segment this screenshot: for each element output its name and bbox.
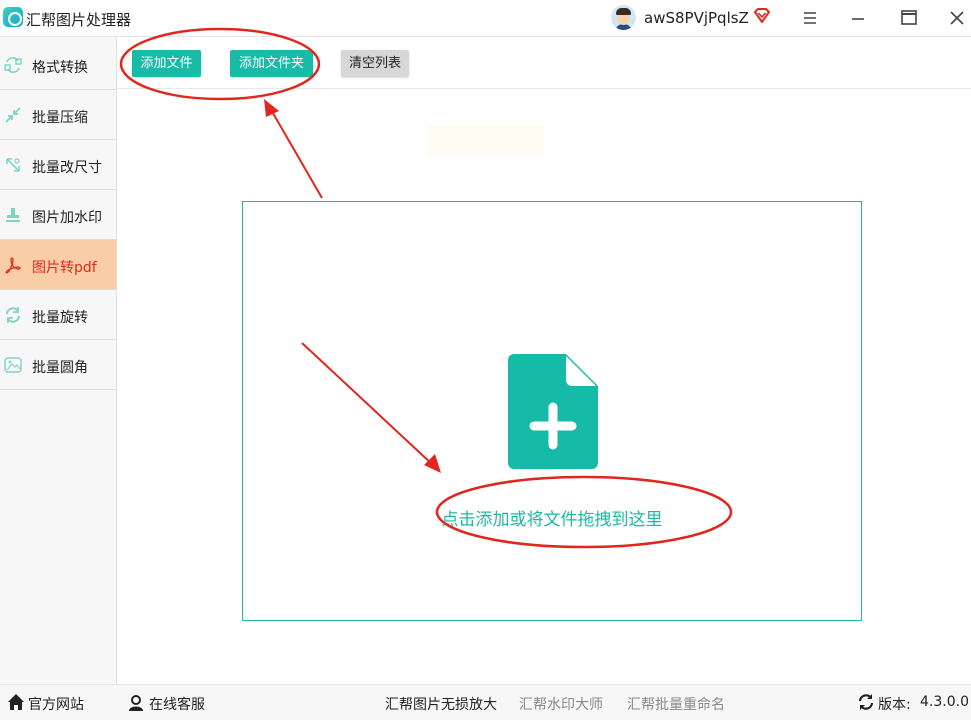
sidebar-item-compress[interactable]: 批量压缩 xyxy=(0,90,116,140)
avatar[interactable] xyxy=(611,5,636,30)
app-title: 汇帮图片处理器 xyxy=(26,11,132,29)
sidebar-item-resize[interactable]: 批量改尺寸 xyxy=(0,140,116,190)
round-corner-icon xyxy=(4,357,22,373)
rotate-icon xyxy=(6,307,20,323)
watermark-icon xyxy=(6,208,20,222)
status-bar: 官方网站 在线客服 汇帮图片无损放大 汇帮水印大师 汇帮批量重命名 版本: 4.… xyxy=(0,684,971,720)
refresh-icon[interactable] xyxy=(857,693,875,711)
sidebar-item-round-corner[interactable]: 批量圆角 xyxy=(0,340,116,390)
drop-zone[interactable]: 点击添加或将文件拖拽到这里 xyxy=(242,201,862,621)
version-label: 版本: xyxy=(878,697,911,713)
menu-icon[interactable] xyxy=(797,6,823,30)
home-icon[interactable] xyxy=(7,693,25,711)
pdf-icon xyxy=(5,257,21,274)
product-link-upscale[interactable]: 汇帮图片无损放大 xyxy=(385,694,497,714)
sidebar-item-label: 批量旋转 xyxy=(32,310,88,326)
sidebar-item-label: 格式转换 xyxy=(32,60,88,76)
minimize-icon[interactable] xyxy=(845,6,871,30)
annotation-arrow-up xyxy=(269,107,323,199)
clear-list-button[interactable]: 清空列表 xyxy=(341,50,409,77)
faint-placeholder xyxy=(426,125,544,157)
add-folder-button[interactable]: 添加文件夹 xyxy=(230,50,313,77)
sidebar: 格式转换 批量压缩 批量改尺寸 图片加水印 图片转pdf 批量旋转 批量圆角 xyxy=(0,37,117,684)
toolbar: 添加文件 添加文件夹 清空列表 xyxy=(117,37,971,89)
format-convert-icon xyxy=(4,57,22,73)
close-icon[interactable] xyxy=(944,6,970,30)
product-link-watermark[interactable]: 汇帮水印大师 xyxy=(519,694,603,714)
sidebar-item-label: 图片转pdf xyxy=(32,260,97,276)
sidebar-item-format-convert[interactable]: 格式转换 xyxy=(0,40,116,90)
username[interactable]: awS8PVjPqlsZ xyxy=(644,9,749,27)
title-bar: 汇帮图片处理器 awS8PVjPqlsZ xyxy=(0,0,971,37)
online-support-link[interactable]: 在线客服 xyxy=(149,694,205,714)
sidebar-item-image-to-pdf[interactable]: 图片转pdf xyxy=(0,240,116,290)
official-website-link[interactable]: 官方网站 xyxy=(28,694,84,714)
add-file-icon[interactable] xyxy=(508,354,598,469)
sidebar-item-rotate[interactable]: 批量旋转 xyxy=(0,290,116,340)
sidebar-item-label: 图片加水印 xyxy=(32,210,102,226)
drop-hint-text[interactable]: 点击添加或将文件拖拽到这里 xyxy=(243,505,861,530)
customer-service-icon[interactable] xyxy=(127,693,145,711)
sidebar-item-label: 批量圆角 xyxy=(32,360,88,376)
add-file-button[interactable]: 添加文件 xyxy=(132,50,201,77)
maximize-icon[interactable] xyxy=(896,6,922,30)
vip-diamond-icon[interactable] xyxy=(752,6,772,26)
app-window: 汇帮图片处理器 awS8PVjPqlsZ 格式转换 批量压缩 批量改尺寸 图片加… xyxy=(0,0,971,720)
resize-icon xyxy=(6,158,20,172)
version-value: 4.3.0.0 xyxy=(920,694,969,710)
app-logo-icon xyxy=(3,7,23,27)
sidebar-item-label: 批量压缩 xyxy=(32,110,88,126)
product-link-rename[interactable]: 汇帮批量重命名 xyxy=(627,694,725,714)
compress-icon xyxy=(5,107,21,123)
sidebar-item-watermark[interactable]: 图片加水印 xyxy=(0,190,116,240)
sidebar-item-label: 批量改尺寸 xyxy=(32,160,102,176)
